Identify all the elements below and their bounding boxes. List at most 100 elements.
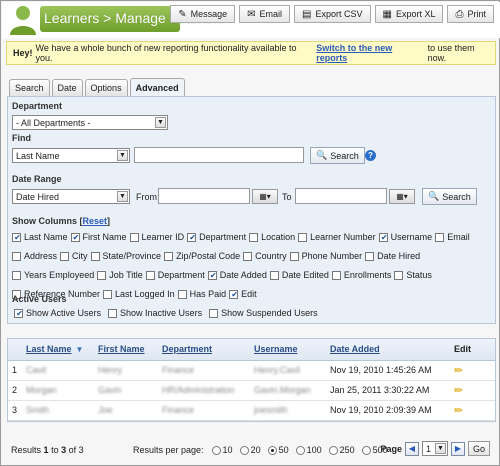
table-row[interactable]: 3 Smith Joe Finance joesmith Nov 19, 201…: [8, 400, 495, 421]
radio-button[interactable]: [361, 445, 371, 455]
reset-link[interactable]: Reset: [83, 216, 108, 226]
checkbox[interactable]: [187, 233, 197, 242]
table-row[interactable]: 2 Morgan Gavin HR/Administration Gavin.M…: [8, 380, 495, 401]
checkbox[interactable]: [269, 271, 279, 280]
calendar-icon[interactable]: ▦▾: [252, 189, 278, 204]
checkbox[interactable]: [435, 233, 445, 242]
checkbox[interactable]: [60, 252, 70, 261]
date-search-button[interactable]: 🔍 Search: [422, 188, 477, 205]
checkbox[interactable]: [177, 290, 187, 299]
column-checkbox-department[interactable]: Department: [187, 229, 246, 246]
radio-button[interactable]: [328, 445, 338, 455]
column-checkbox-city[interactable]: City: [60, 248, 88, 265]
find-field-select[interactable]: Last Name ▼: [12, 148, 130, 163]
per-page-option-20[interactable]: 20: [239, 445, 261, 455]
find-input[interactable]: [134, 147, 304, 163]
checkbox[interactable]: [298, 233, 308, 242]
column-checkbox-address[interactable]: Address: [12, 248, 57, 265]
checkbox[interactable]: [97, 271, 107, 280]
column-checkbox-learner-number[interactable]: Learner Number: [298, 229, 376, 246]
export-xl-button[interactable]: ▦ Export XL: [374, 5, 444, 23]
column-checkbox-phone-number[interactable]: Phone Number: [289, 248, 362, 265]
switch-reports-link[interactable]: Switch to the new reports: [316, 43, 424, 63]
checkbox[interactable]: [365, 252, 375, 261]
checkbox[interactable]: [243, 252, 253, 261]
col-date-added[interactable]: Date Added: [326, 339, 450, 361]
column-checkbox-date-hired[interactable]: Date Hired: [365, 248, 420, 265]
user-option-show-suspended-users[interactable]: Show Suspended Users: [209, 308, 318, 318]
calendar-icon[interactable]: ▦▾: [389, 189, 415, 204]
col-last-name[interactable]: Last Name ▼: [22, 339, 94, 361]
column-checkbox-enrollments[interactable]: Enrollments: [331, 267, 391, 284]
per-page-option-50[interactable]: 50: [267, 445, 289, 455]
prev-page-icon[interactable]: ◀: [404, 441, 419, 456]
column-checkbox-first-name[interactable]: First Name: [70, 229, 127, 246]
column-checkbox-location[interactable]: Location: [249, 229, 295, 246]
checkbox[interactable]: [289, 252, 299, 261]
checkbox[interactable]: [229, 290, 239, 299]
column-checkbox-state-province[interactable]: State/Province: [90, 248, 161, 265]
column-checkbox-edit[interactable]: Edit: [229, 286, 257, 303]
checkbox[interactable]: [103, 290, 113, 299]
column-checkbox-date-edited[interactable]: Date Edited: [269, 267, 329, 284]
col-username[interactable]: Username: [250, 339, 326, 361]
checkbox[interactable]: [90, 252, 100, 261]
user-option-show-inactive-users[interactable]: Show Inactive Users: [108, 308, 202, 318]
checkbox[interactable]: [209, 308, 219, 318]
checkbox[interactable]: [207, 271, 218, 280]
title-section[interactable]: Learners: [44, 10, 99, 26]
pencil-icon[interactable]: ✏: [454, 385, 463, 397]
checkbox[interactable]: [70, 233, 81, 242]
checkbox[interactable]: [14, 308, 24, 318]
radio-button[interactable]: [295, 445, 305, 455]
export-csv-button[interactable]: ▤ Export CSV: [294, 5, 371, 23]
radio-button[interactable]: [239, 445, 249, 455]
pencil-icon[interactable]: ✏: [454, 405, 463, 417]
per-page-option-100[interactable]: 100: [295, 445, 322, 455]
radio-button[interactable]: [211, 445, 221, 455]
page-select[interactable]: 1 ▼: [421, 441, 448, 456]
column-checkbox-department[interactable]: Department: [145, 267, 205, 284]
table-row[interactable]: 1 Cavil Henry Finance Henry.Cavil Nov 19…: [8, 360, 495, 381]
column-checkbox-country[interactable]: Country: [243, 248, 287, 265]
radio-button[interactable]: [267, 445, 277, 455]
checkbox[interactable]: [12, 252, 21, 261]
column-checkbox-years-employeed[interactable]: Years Employeed: [12, 267, 94, 284]
go-button[interactable]: Go: [467, 441, 490, 456]
checkbox[interactable]: [331, 271, 341, 280]
department-select[interactable]: - All Departments - ▼: [12, 115, 168, 130]
column-checkbox-username[interactable]: Username: [378, 229, 432, 246]
checkbox[interactable]: [378, 233, 389, 242]
checkbox[interactable]: [129, 233, 139, 242]
checkbox[interactable]: [108, 308, 118, 318]
user-option-show-active-users[interactable]: Show Active Users: [14, 308, 101, 318]
checkbox[interactable]: [12, 271, 21, 280]
column-checkbox-has-paid[interactable]: Has Paid: [177, 286, 226, 303]
per-page-option-10[interactable]: 10: [211, 445, 233, 455]
print-button[interactable]: ⎙ Print: [447, 5, 494, 23]
checkbox[interactable]: [249, 233, 259, 242]
date-field-select[interactable]: Date Hired ▼: [12, 189, 130, 204]
tab-options[interactable]: Options: [84, 79, 128, 96]
find-search-button[interactable]: 🔍 Search: [310, 147, 365, 164]
col-department[interactable]: Department: [158, 339, 250, 361]
checkbox[interactable]: [12, 233, 22, 242]
column-checkbox-zip-postal-code[interactable]: Zip/Postal Code: [164, 248, 240, 265]
checkbox[interactable]: [145, 271, 155, 280]
column-checkbox-last-logged-in[interactable]: Last Logged In: [103, 286, 175, 303]
col-first-name[interactable]: First Name: [94, 339, 158, 361]
next-page-icon[interactable]: ▶: [450, 441, 465, 456]
column-checkbox-date-added[interactable]: Date Added: [207, 267, 267, 284]
column-checkbox-status[interactable]: Status: [394, 267, 432, 284]
email-button[interactable]: ✉ Email: [239, 5, 291, 23]
column-checkbox-last-name[interactable]: Last Name: [12, 229, 68, 246]
to-date-input[interactable]: [295, 188, 387, 204]
column-checkbox-email[interactable]: Email: [435, 229, 470, 246]
column-checkbox-job-title[interactable]: Job Title: [97, 267, 143, 284]
from-date-input[interactable]: [158, 188, 250, 204]
per-page-option-250[interactable]: 250: [328, 445, 355, 455]
checkbox[interactable]: [394, 271, 404, 280]
column-checkbox-learner-id[interactable]: Learner ID: [129, 229, 184, 246]
pencil-icon[interactable]: ✏: [454, 365, 463, 377]
help-icon[interactable]: ?: [365, 150, 376, 161]
